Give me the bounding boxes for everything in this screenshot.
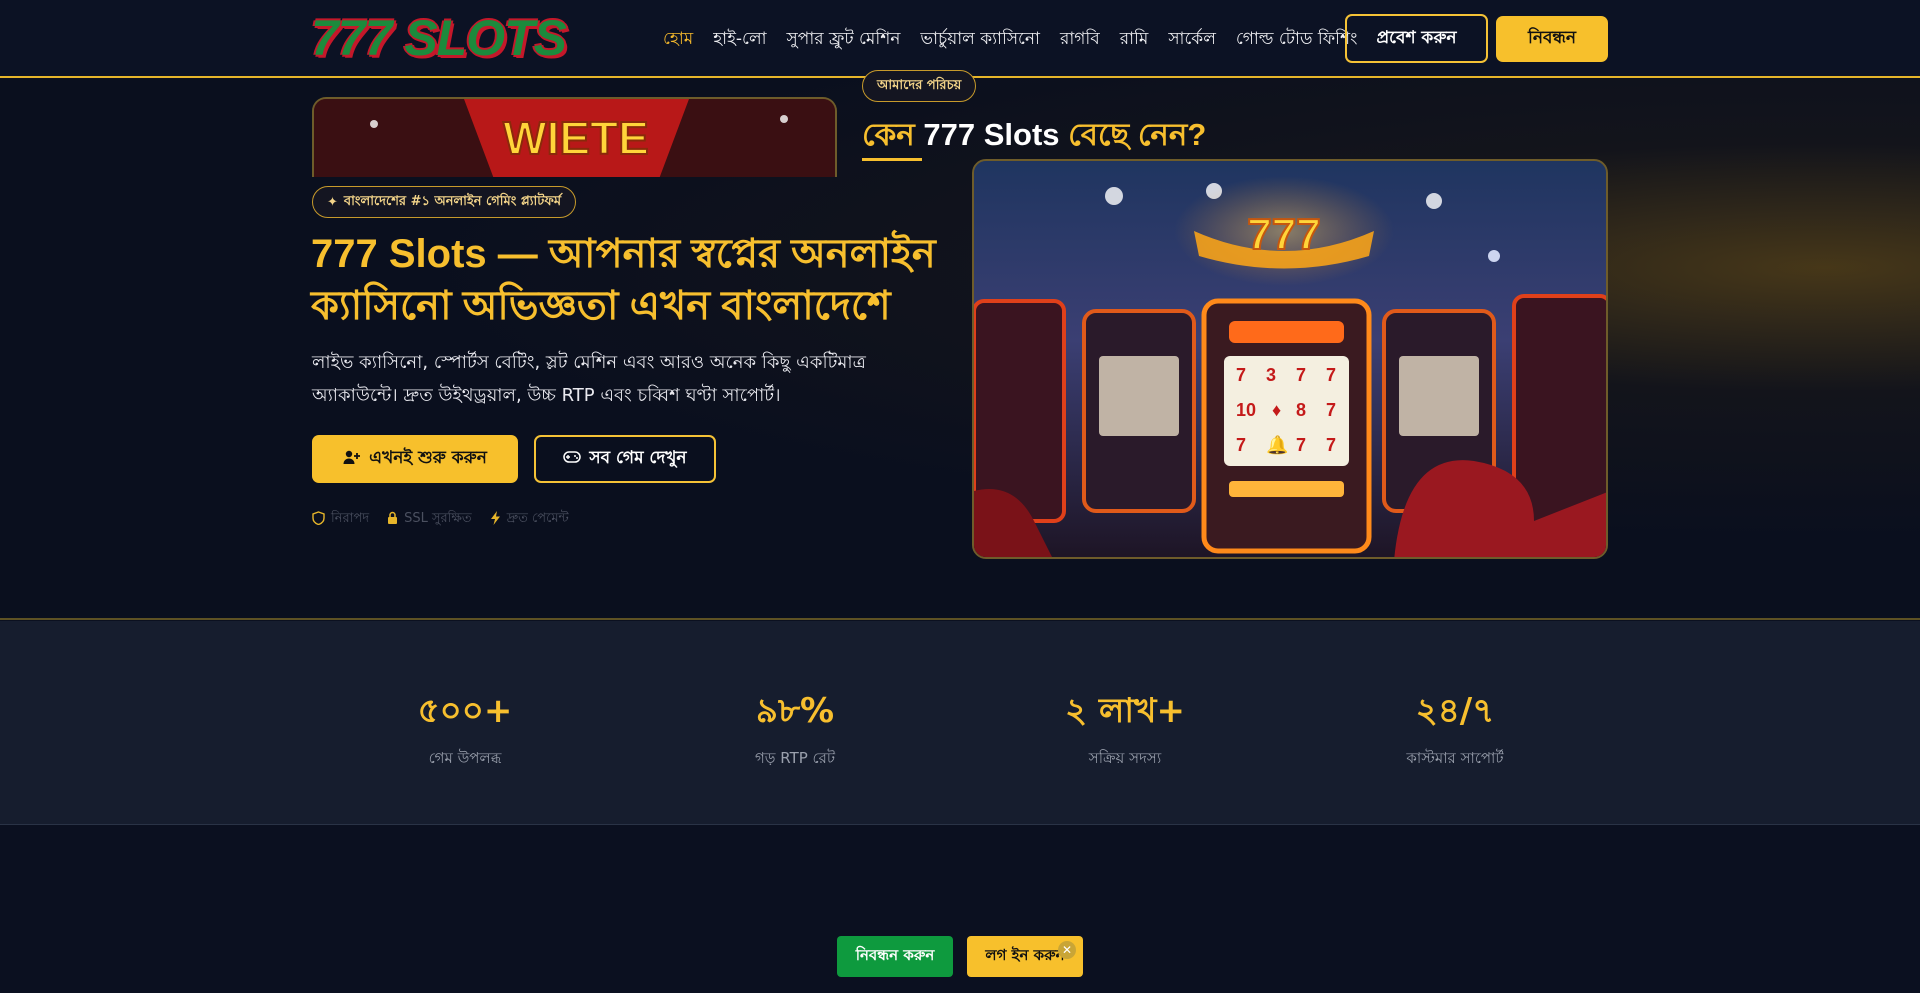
site-header: 777 SLOTS হোম হাই-লো সুপার ফ্রুট মেশিন ভ… <box>0 0 1920 78</box>
logo[interactable]: 777 SLOTS <box>311 12 567 64</box>
user-plus-icon <box>343 449 361 470</box>
svg-text:7: 7 <box>1326 365 1336 385</box>
stat-label: কাস্টমার সাপোর্ট <box>1406 749 1504 767</box>
close-icon[interactable]: ✕ <box>1058 941 1076 959</box>
stat-members: ২ লাখ+ সক্রিয় সদস্য <box>1025 687 1225 772</box>
svg-text:7: 7 <box>1236 365 1246 385</box>
lock-icon <box>387 511 398 529</box>
about-title-brand: 777 Slots <box>923 117 1060 152</box>
stat-value: ২৪/৭ <box>1415 691 1495 731</box>
stat-label: গেম উপলব্ধ <box>428 749 502 767</box>
shield-icon <box>312 510 325 529</box>
svg-text:7: 7 <box>1326 400 1336 420</box>
svg-text:♦: ♦ <box>1272 400 1281 420</box>
hero-image-slot-machines: 777 7377 10 ♦ 8 7 7 🔔 7 7 <box>972 159 1608 559</box>
trust-label-ssl: SSL সুরক্ষিত <box>404 511 472 526</box>
trust-item: দ্রুত পেমেন্ট <box>490 509 569 530</box>
svg-text:8: 8 <box>1296 400 1306 420</box>
svg-text:7: 7 <box>1236 435 1246 455</box>
about-title-prefix: কেন <box>862 117 924 152</box>
nav-item-home[interactable]: হোম <box>663 26 693 54</box>
nav-item-rummy[interactable]: রামি <box>1120 26 1149 54</box>
stat-label: গড় RTP রেট <box>754 749 836 767</box>
trust-item: নিরাপদ <box>312 509 369 530</box>
svg-text:🔔: 🔔 <box>1266 435 1288 455</box>
stat-rtp: ৯৮% গড় RTP রেট <box>695 687 895 772</box>
register-button[interactable]: নিবন্ধন <box>1496 16 1608 62</box>
trust-badges: নিরাপদ SSL সুরক্ষিত দ্রুত পেমেন্ট <box>312 509 569 530</box>
floating-register-button[interactable]: নিবন্ধন করুন <box>837 936 953 977</box>
gamepad-icon <box>563 449 582 469</box>
svg-text:3: 3 <box>1266 365 1276 385</box>
svg-text:7: 7 <box>1326 435 1336 455</box>
about-title: কেন 777 Slots বেছে নেন? <box>862 111 1422 163</box>
stat-value: ৯৮% <box>755 691 835 731</box>
about-badge: আমাদের পরিচয় <box>862 70 977 102</box>
hero-badge: ✦ বাংলাদেশের #১ অনলাইন গেমিং প্ল্যাটফর্ম <box>312 186 577 218</box>
hero-description: লাইভ ক্যাসিনো, স্পোর্টস বেটিং, স্লট মেশি… <box>312 352 866 406</box>
trust-label-fast-payment: দ্রুত পেমেন্ট <box>506 511 569 526</box>
stat-value: ৫০০+ <box>417 691 513 731</box>
start-now-label: এখনই শুরু করুন <box>369 448 487 468</box>
about-image: WIETE <box>312 97 837 177</box>
nav-item-super-fruit[interactable]: সুপার ফ্রুট মেশিন <box>787 26 901 54</box>
nav-item-circle[interactable]: সার্কেল <box>1168 26 1216 54</box>
nav-item-virtual-casino[interactable]: ভার্চুয়াল ক্যাসিনো <box>920 26 1040 54</box>
trust-item: SSL সুরক্ষিত <box>387 509 472 530</box>
stat-value: ২ লাখ+ <box>1065 691 1185 731</box>
svg-text:7: 7 <box>1296 365 1306 385</box>
svg-text:7: 7 <box>1296 435 1306 455</box>
hero-title: 777 Slots — আপনার স্বপ্নের অনলাইন ক্যাসি… <box>311 232 936 328</box>
view-all-games-label: সব গেম দেখুন <box>589 448 687 468</box>
main-nav: হোম হাই-লো সুপার ফ্রুট মেশিন ভার্চুয়াল … <box>663 26 1377 54</box>
title-underline <box>862 158 922 161</box>
nav-item-rugby[interactable]: রাগবি <box>1060 26 1100 54</box>
stat-label: সক্রিয় সদস্য <box>1088 749 1162 767</box>
trust-label-safe: নিরাপদ <box>331 511 370 526</box>
stat-support: ২৪/৭ কাস্টমার সাপোর্ট <box>1355 687 1555 772</box>
start-now-button[interactable]: এখনই শুরু করুন <box>312 435 518 483</box>
svg-text:10: 10 <box>1236 400 1256 420</box>
about-image-sign: WIETE <box>503 112 649 164</box>
stats-section: ৫০০+ গেম উপলব্ধ ৯৮% গড় RTP রেট ২ লাখ+ স… <box>0 621 1920 825</box>
about-title-suffix: বেছে নেন? <box>1059 117 1207 152</box>
view-all-games-button[interactable]: সব গেম দেখুন <box>534 435 716 483</box>
nav-item-gold-toad-fishing[interactable]: গোল্ড টোড ফিশিং <box>1236 26 1358 54</box>
login-button[interactable]: প্রবেশ করুন <box>1345 14 1488 63</box>
nav-item-hilo[interactable]: হাই-লো <box>713 26 766 54</box>
stat-games: ৫০০+ গেম উপলব্ধ <box>365 687 565 772</box>
sparkle-icon: ✦ <box>327 194 338 210</box>
hero-image-sign: 777 <box>1247 210 1320 259</box>
hero-badge-label: বাংলাদেশের #১ অনলাইন গেমিং প্ল্যাটফর্ম <box>343 193 562 209</box>
lightning-icon <box>490 510 501 529</box>
about-section <box>0 826 1920 993</box>
